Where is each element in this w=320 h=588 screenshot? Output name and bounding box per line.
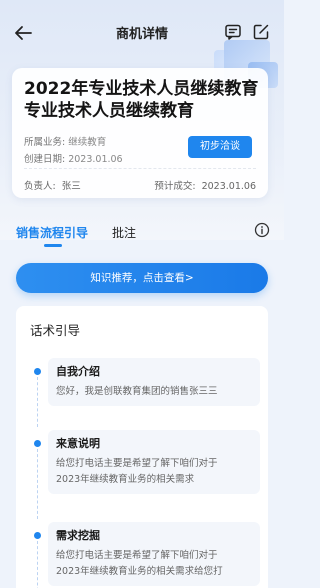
step-description-line2: 2023年继续教育业务的相关需求给您打	[56, 566, 223, 577]
business-row: 所属业务: 继续教育	[24, 134, 106, 148]
opportunity-title-line2: 专业技术人员继续教育	[24, 101, 194, 121]
expected-deal-label: 预计成交:	[154, 181, 196, 192]
step-card: 需求挖掘 给您打电话主要是希望了解下咱们对于 2023年继续教育业务的相关需求给…	[48, 522, 260, 586]
step-connector	[37, 377, 38, 427]
script-guide-title: 话术引导	[30, 323, 81, 338]
knowledge-recommend-button[interactable]: 知识推荐，点击查看>	[16, 263, 268, 293]
step-title: 需求挖掘	[56, 529, 100, 542]
step-description-line1: 给您打电话主要是希望了解下咱们对于	[56, 550, 218, 561]
step-card: 自我介绍 您好，我是创联教育集团的销售张三三	[48, 358, 260, 406]
opportunity-card: 2022年专业技术人员继续教育 专业技术人员继续教育 所属业务: 继续教育 创建日…	[12, 68, 268, 198]
nav-bar: 商机详情	[0, 16, 284, 50]
tab-sales-process[interactable]: 销售流程引导	[16, 224, 88, 241]
owner-row: 负责人: 张三	[24, 178, 81, 192]
edit-icon[interactable]	[252, 23, 270, 41]
stage-button[interactable]: 初步洽谈	[188, 136, 252, 158]
opportunity-title-line1: 2022年专业技术人员继续教育	[24, 79, 259, 99]
info-icon[interactable]	[254, 222, 270, 238]
step-connector	[37, 449, 38, 519]
business-value: 继续教育	[68, 137, 107, 148]
created-date-label: 创建日期:	[24, 154, 66, 165]
created-date-value: 2023.01.06	[68, 154, 123, 165]
expected-deal-row: 预计成交: 2023.01.06	[154, 178, 256, 192]
tab-annotations[interactable]: 批注	[112, 224, 136, 241]
owner-label: 负责人:	[24, 181, 56, 192]
business-label: 所属业务:	[24, 137, 66, 148]
step-dot	[34, 368, 41, 375]
step-dot	[34, 532, 41, 539]
step-card: 来意说明 给您打电话主要是希望了解下咱们对于 2023年继续教育业务的相关需求	[48, 430, 260, 494]
step-description: 您好，我是创联教育集团的销售张三三	[56, 386, 218, 397]
step-description-line1: 给您打电话主要是希望了解下咱们对于	[56, 458, 218, 469]
active-tab-indicator	[44, 244, 62, 247]
card-divider	[24, 168, 256, 169]
step-description-line2: 2023年继续教育业务的相关需求	[56, 474, 195, 485]
script-guide-panel: 话术引导 自我介绍 您好，我是创联教育集团的销售张三三 来意说明 给您打电话主要…	[16, 306, 268, 588]
message-icon[interactable]	[224, 23, 242, 41]
step-title: 来意说明	[56, 437, 100, 450]
expected-deal-value: 2023.01.06	[201, 181, 256, 192]
step-dot	[34, 440, 41, 447]
step-connector	[37, 541, 38, 588]
step-title: 自我介绍	[56, 365, 100, 378]
owner-value: 张三	[61, 181, 81, 192]
created-date-row: 创建日期: 2023.01.06	[24, 151, 123, 165]
